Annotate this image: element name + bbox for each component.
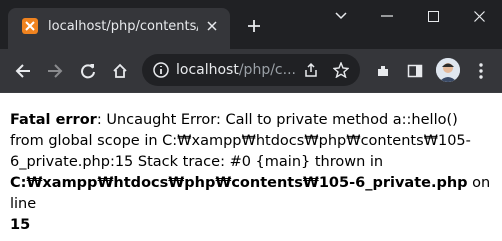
plus-icon[interactable] (244, 16, 264, 36)
sidepanel-icon[interactable] (404, 60, 426, 82)
info-icon[interactable] (150, 59, 172, 81)
tab-title: localhost/php/contents/105-6_private.php (48, 19, 198, 34)
home-icon[interactable] (109, 60, 131, 82)
error-file: C:₩xampp₩htdocs₩php₩contents₩105-6_priva… (10, 175, 468, 191)
menu-dots-icon[interactable] (470, 60, 492, 82)
close-icon[interactable] (202, 16, 222, 36)
reload-icon[interactable] (77, 60, 99, 82)
title-bar: localhost/php/contents/105-6_private.php (0, 0, 502, 49)
address-bar[interactable]: localhost/php/c... (142, 54, 360, 86)
error-label: Fatal error (10, 112, 97, 128)
page-content: Fatal error: Uncaught Error: Call to pri… (10, 110, 492, 236)
back-arrow-icon[interactable] (12, 60, 34, 82)
toolbar: localhost/php/c... (0, 49, 502, 93)
chevron-down-icon[interactable] (318, 0, 364, 32)
url-path: /php/c... (238, 62, 296, 78)
error-line: 15 (10, 217, 31, 233)
url-host: localhost (176, 62, 239, 78)
maximize-icon[interactable] (410, 0, 456, 32)
xampp-favicon (22, 18, 38, 34)
extensions-icon[interactable] (372, 60, 394, 82)
minimize-icon[interactable] (364, 0, 410, 32)
forward-arrow-icon[interactable] (44, 60, 66, 82)
url-text: localhost/php/c... (176, 61, 296, 79)
browser-tab[interactable]: localhost/php/contents/105-6_private.php (8, 8, 230, 49)
window-close-icon[interactable] (456, 0, 502, 32)
profile-avatar[interactable] (436, 58, 460, 82)
share-icon[interactable] (300, 59, 322, 81)
star-icon[interactable] (330, 59, 352, 81)
